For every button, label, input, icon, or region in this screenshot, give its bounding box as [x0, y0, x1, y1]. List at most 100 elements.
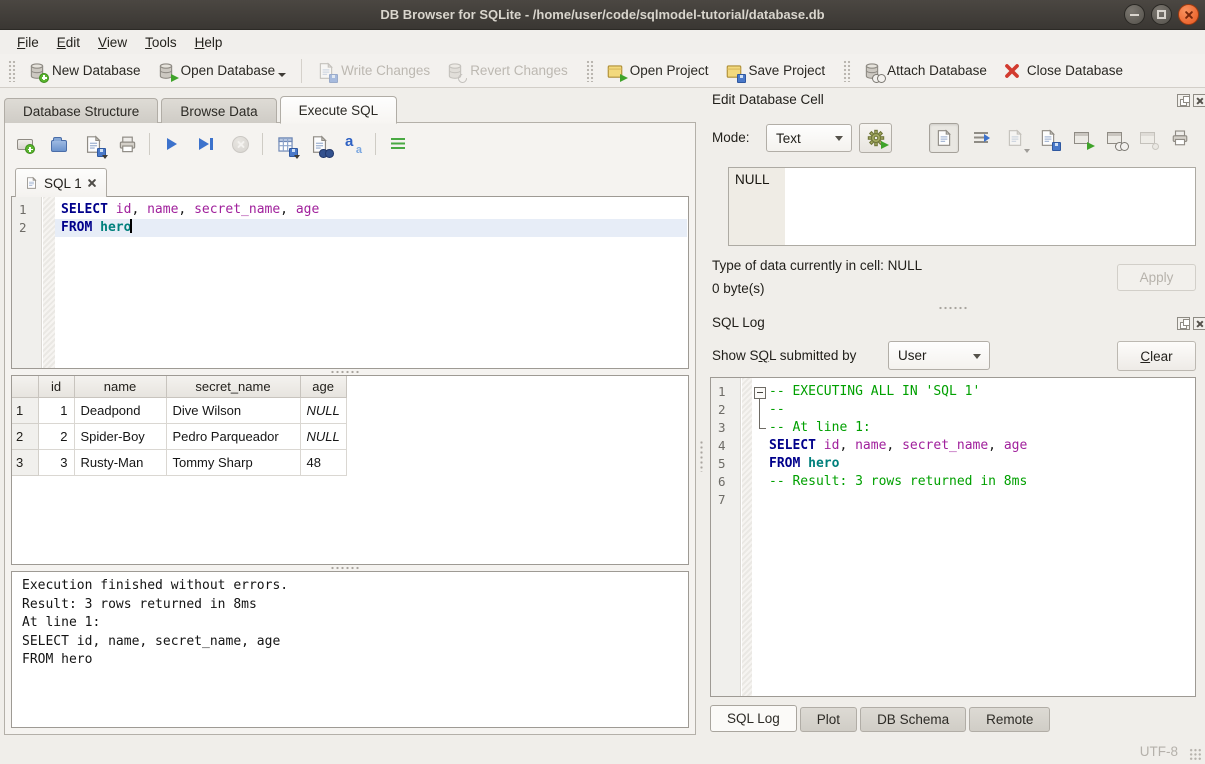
tab-database-structure[interactable]: Database Structure	[4, 98, 158, 123]
apply-format-button[interactable]	[859, 123, 892, 153]
menu-edit[interactable]: Edit	[48, 32, 89, 53]
cell-name[interactable]: Spider-Boy	[74, 423, 166, 449]
cell-type-info: Type of data currently in cell: NULL	[712, 258, 922, 273]
cell-value-editor[interactable]: NULL	[728, 167, 1196, 246]
write-changes-button: Write Changes	[309, 58, 438, 84]
open-sql-file-icon[interactable]	[49, 134, 69, 154]
menu-view[interactable]: View	[89, 32, 136, 53]
log-line-numbers: 1 2 3 4 5 6 7	[711, 378, 741, 696]
save-results-icon[interactable]	[275, 134, 295, 154]
cell-secret-name[interactable]: Pedro Parqueador	[166, 423, 300, 449]
cell-secret-name[interactable]: Dive Wilson	[166, 397, 300, 423]
dock-tab-plot[interactable]: Plot	[800, 707, 857, 732]
open-database-dropdown-icon[interactable]	[278, 73, 286, 77]
sql-editor[interactable]: 1 2 SELECT id, name, secret_name, age FR…	[11, 196, 689, 369]
resize-grip[interactable]	[1189, 748, 1202, 761]
menu-tools[interactable]: Tools	[136, 32, 186, 53]
text-mode-button[interactable]	[929, 123, 959, 153]
execution-status-log[interactable]: Execution finished without errors. Resul…	[11, 571, 689, 728]
menu-help[interactable]: Help	[186, 32, 232, 53]
edit-database-cell-title: Edit Database Cell	[712, 92, 824, 107]
word-wrap-icon[interactable]	[972, 128, 992, 148]
open-database-button[interactable]: Open Database	[149, 58, 295, 84]
column-header-id[interactable]: id	[38, 376, 74, 397]
vertical-splitter-handle[interactable]	[699, 440, 704, 472]
corner-header[interactable]	[12, 376, 38, 397]
cell-id[interactable]: 3	[38, 449, 74, 475]
toolbar-drag-handle[interactable]	[8, 60, 16, 82]
maximize-button[interactable]	[1151, 4, 1172, 25]
autocomplete-icon[interactable]	[343, 134, 363, 154]
float-dock-icon[interactable]	[1177, 94, 1190, 107]
cell-editor-toolbar	[929, 123, 1190, 153]
apply-gear-icon	[867, 129, 885, 147]
link-icon[interactable]	[1104, 128, 1124, 148]
splitter-handle[interactable]	[330, 370, 360, 374]
sql-filter-label: Show SQL submitted by	[712, 348, 856, 363]
log-line: -- Result: 3 rows returned in 8ms	[752, 473, 1194, 491]
save-sql-file-icon[interactable]	[83, 134, 103, 154]
cell-secret-name[interactable]: Tommy Sharp	[166, 449, 300, 475]
print-icon[interactable]	[117, 134, 137, 154]
dock-tab-db-schema[interactable]: DB Schema	[860, 707, 966, 732]
column-header-age[interactable]: age	[300, 376, 346, 397]
tab-browse-data[interactable]: Browse Data	[161, 98, 276, 123]
sql-log-view[interactable]: 1 2 3 4 5 6 7 -- EXECUTING ALL IN 'SQL 1…	[710, 377, 1196, 697]
document-save-icon	[317, 62, 335, 80]
document-icon	[25, 176, 38, 190]
titlebar[interactable]: DB Browser for SQLite - /home/user/code/…	[0, 0, 1205, 30]
print-cell-icon[interactable]	[1170, 128, 1190, 148]
close-button[interactable]	[1178, 4, 1199, 25]
menu-file[interactable]: File	[8, 32, 48, 53]
fold-collapse-icon[interactable]	[752, 383, 769, 401]
cell-age[interactable]: NULL	[300, 397, 346, 423]
new-tab-icon[interactable]	[15, 134, 35, 154]
close-dock-icon[interactable]	[1193, 317, 1205, 330]
encoding-indicator: UTF-8	[1140, 744, 1178, 759]
format-sql-icon[interactable]	[388, 134, 408, 154]
execute-line-icon[interactable]	[196, 134, 216, 154]
row-header[interactable]: 1	[12, 397, 38, 423]
row-header[interactable]: 3	[12, 449, 38, 475]
splitter-handle[interactable]	[330, 566, 360, 570]
cell-id[interactable]: 2	[38, 423, 74, 449]
attach-database-button[interactable]: Attach Database	[855, 58, 995, 84]
cell-name[interactable]: Deadpond	[74, 397, 166, 423]
splitter-handle[interactable]	[938, 306, 968, 310]
row-header[interactable]: 2	[12, 423, 38, 449]
sql-document-tab[interactable]: SQL 1	[15, 168, 107, 197]
float-dock-icon[interactable]	[1177, 317, 1190, 330]
find-icon[interactable]	[309, 134, 329, 154]
mode-select[interactable]: Text	[766, 124, 852, 152]
cell-age[interactable]: NULL	[300, 423, 346, 449]
text-mode-icon	[935, 129, 953, 147]
open-project-button[interactable]: Open Project	[598, 58, 717, 84]
column-header-name[interactable]: name	[74, 376, 166, 397]
dock-tab-sql-log[interactable]: SQL Log	[710, 705, 797, 732]
clear-button[interactable]: Clear	[1117, 341, 1196, 371]
toolbar-drag-handle[interactable]	[843, 60, 851, 82]
toolbar-drag-handle[interactable]	[586, 60, 594, 82]
cell-id[interactable]: 1	[38, 397, 74, 423]
editor-line: SELECT id, name, secret_name, age	[55, 201, 687, 219]
new-database-button[interactable]: New Database	[20, 58, 149, 84]
tab-execute-sql[interactable]: Execute SQL	[280, 96, 398, 124]
execute-all-icon[interactable]	[162, 134, 182, 154]
cell-age[interactable]: 48	[300, 449, 346, 475]
log-line	[752, 491, 1194, 509]
database-revert-icon	[446, 62, 464, 80]
save-project-button[interactable]: Save Project	[717, 58, 834, 84]
export-icon[interactable]	[1071, 128, 1091, 148]
close-tab-icon[interactable]	[88, 179, 97, 188]
dock-tab-remote[interactable]: Remote	[969, 707, 1050, 732]
close-database-button[interactable]: Close Database	[995, 58, 1131, 84]
minimize-button[interactable]	[1124, 4, 1145, 25]
cell-size-info: 0 byte(s)	[712, 281, 765, 296]
column-header-secret-name[interactable]: secret_name	[166, 376, 300, 397]
chevron-down-icon	[973, 354, 981, 359]
cell-name[interactable]: Rusty-Man	[74, 449, 166, 475]
database-plus-icon	[28, 62, 46, 80]
close-dock-icon[interactable]	[1193, 94, 1205, 107]
save-as-icon[interactable]	[1038, 128, 1058, 148]
sql-filter-select[interactable]: User	[888, 341, 990, 370]
